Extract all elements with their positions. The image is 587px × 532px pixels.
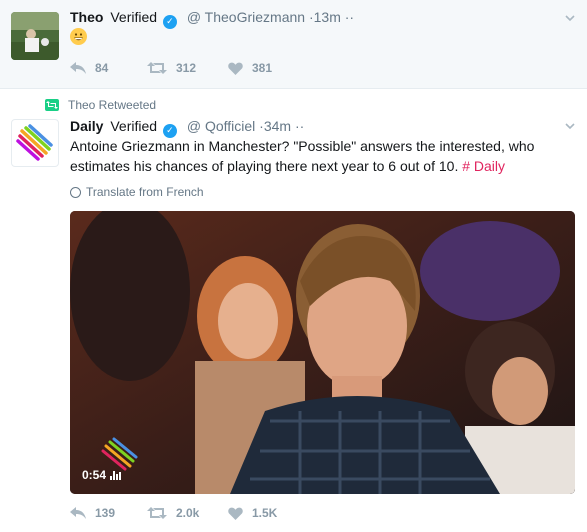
retweet-context-icon	[45, 99, 59, 111]
retweet-button[interactable]: 2.0k	[147, 506, 200, 520]
tweet-actions: 139 2.0k 1.5K	[70, 506, 305, 520]
timestamp[interactable]: ·13m	[309, 9, 341, 25]
tweet-daily[interactable]: Theo Retweeted Daily Verified ✓ @ Qoffic…	[0, 89, 587, 532]
video-duration: 0:54	[82, 468, 122, 482]
like-count: 381	[252, 61, 273, 75]
retweet-icon	[147, 507, 167, 519]
tweet-header: Theo Verified ✓ @ TheoGriezmann ·13m ··	[70, 8, 354, 29]
retweet-button[interactable]: 312	[147, 61, 200, 75]
globe-icon	[70, 186, 81, 198]
reply-button[interactable]: 84	[70, 61, 119, 75]
verified-label: Verified	[110, 9, 158, 25]
video-thumbnail	[70, 211, 575, 494]
retweet-context[interactable]: Theo Retweeted	[45, 98, 156, 112]
tweet-header: Daily Verified ✓ @ Qofficiel ·34m ··	[70, 117, 304, 138]
heart-icon	[228, 507, 243, 520]
retweet-count: 2.0k	[176, 506, 200, 520]
username[interactable]: @ TheoGriezmann	[187, 9, 305, 25]
like-button[interactable]: 381	[228, 61, 276, 75]
tweet-text: Antoine Griezmann in Manchester? "Possib…	[70, 136, 575, 176]
retweeted-by-label: Theo Retweeted	[68, 98, 157, 112]
translate-label: Translate from French	[86, 185, 204, 199]
avatar[interactable]	[11, 12, 59, 60]
reply-count: 139	[95, 506, 116, 520]
chevron-down-icon[interactable]	[564, 12, 576, 24]
heart-icon	[228, 62, 243, 75]
hashtag-link[interactable]: # Daily	[462, 158, 505, 174]
reply-button[interactable]: 139	[70, 506, 119, 520]
chevron-down-icon[interactable]	[564, 120, 576, 132]
username[interactable]: @ Qofficiel	[187, 118, 255, 134]
verified-label: Verified	[110, 118, 158, 134]
retweet-count: 312	[176, 61, 197, 75]
volume-bars-icon	[110, 470, 122, 480]
translate-link[interactable]: Translate from French	[70, 185, 204, 199]
like-count: 1.5K	[252, 506, 278, 520]
video-player[interactable]: 0:54	[70, 211, 575, 494]
video-duration-label: 0:54	[82, 468, 107, 482]
more-dots: ··	[294, 118, 305, 134]
tweet-actions: 84 312 381	[70, 61, 304, 75]
timestamp[interactable]: ·34m	[259, 118, 291, 134]
reply-icon	[70, 507, 86, 519]
retweet-icon	[147, 62, 167, 74]
grinning-face-emoji-icon	[70, 28, 87, 45]
reply-count: 84	[95, 61, 109, 75]
display-name[interactable]: Theo	[70, 9, 103, 25]
reply-icon	[70, 62, 86, 74]
tweet-theo[interactable]: Theo Verified ✓ @ TheoGriezmann ·13m ·· …	[0, 0, 587, 89]
more-dots: ··	[344, 9, 355, 25]
like-button[interactable]: 1.5K	[228, 506, 277, 520]
verified-badge-icon: ✓	[162, 15, 177, 29]
display-name[interactable]: Daily	[70, 118, 103, 134]
avatar[interactable]	[11, 119, 59, 167]
